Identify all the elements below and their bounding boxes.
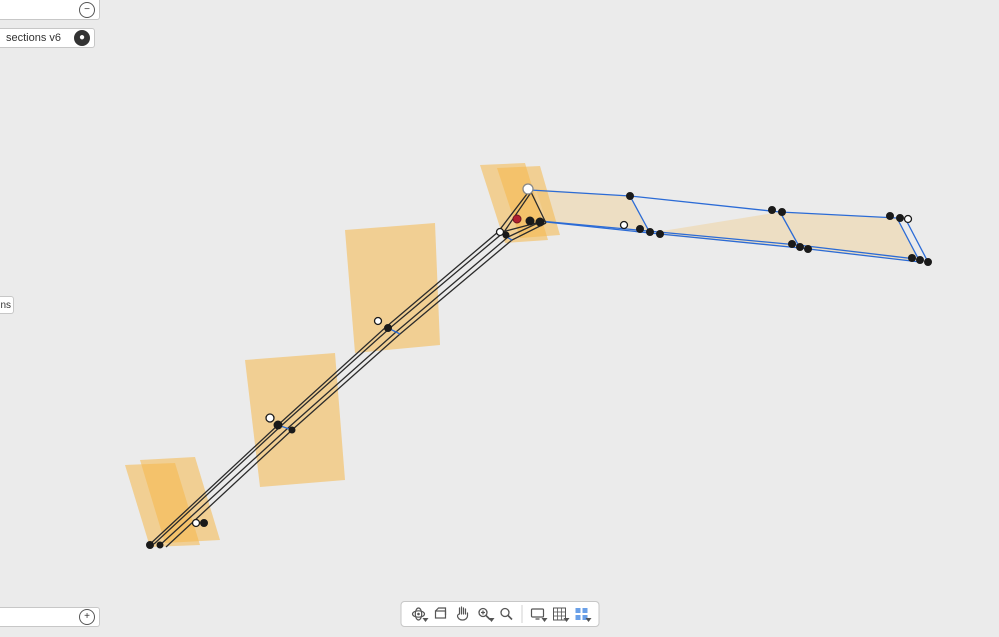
chevron-down-icon bbox=[422, 618, 428, 622]
sketch-point bbox=[536, 218, 544, 226]
sketch-point bbox=[621, 222, 628, 229]
sketch-point bbox=[503, 232, 509, 238]
grid-settings-button[interactable] bbox=[548, 604, 570, 624]
sketch-point bbox=[657, 231, 664, 238]
display-settings-button[interactable] bbox=[526, 604, 548, 624]
sketch-point bbox=[647, 229, 654, 236]
sketch-point bbox=[769, 207, 776, 214]
sketch-point bbox=[779, 209, 786, 216]
sketch-point bbox=[497, 229, 504, 236]
sketch-edge bbox=[154, 191, 532, 544]
viewport-canvas[interactable] bbox=[0, 0, 999, 637]
look-at-button[interactable] bbox=[429, 604, 451, 624]
sketch-point bbox=[805, 246, 812, 253]
sketch-point bbox=[627, 193, 634, 200]
clipped-label: ns bbox=[0, 300, 11, 311]
pan-icon bbox=[454, 606, 470, 622]
radio-icon[interactable]: ● bbox=[74, 30, 90, 46]
browser-document-node[interactable]: sections v6 ● bbox=[0, 28, 95, 48]
sketch-point bbox=[637, 226, 644, 233]
navigation-bar bbox=[400, 601, 599, 627]
sketch-edge bbox=[148, 190, 530, 546]
sketch-point bbox=[917, 257, 924, 264]
chevron-down-icon bbox=[541, 618, 547, 622]
zoom-button[interactable] bbox=[473, 604, 495, 624]
construction-plane bbox=[245, 353, 345, 487]
sketch-point bbox=[789, 241, 796, 248]
chevron-down-icon bbox=[563, 618, 569, 622]
sketch-point bbox=[905, 216, 912, 223]
sketch-point bbox=[887, 213, 894, 220]
sketch-point bbox=[193, 520, 200, 527]
plus-icon[interactable]: + bbox=[79, 609, 95, 625]
sketch-point bbox=[797, 244, 804, 251]
pan-button[interactable] bbox=[451, 604, 473, 624]
timeline-bar-partial[interactable]: + bbox=[0, 607, 100, 627]
chevron-down-icon bbox=[585, 618, 591, 622]
sketch-point bbox=[157, 542, 163, 548]
orbit-button[interactable] bbox=[407, 604, 429, 624]
fit-button[interactable] bbox=[495, 604, 517, 624]
fit-icon bbox=[498, 606, 514, 622]
viewports-button[interactable] bbox=[570, 604, 592, 624]
document-name-label: sections v6 bbox=[6, 32, 68, 44]
sketch-point bbox=[266, 414, 274, 422]
sketch-point bbox=[201, 520, 208, 527]
chevron-down-icon bbox=[488, 618, 494, 622]
sketch-point bbox=[385, 325, 392, 332]
construction-plane bbox=[345, 223, 440, 353]
browser-node-clipped[interactable]: ns bbox=[0, 296, 14, 314]
sketch-point bbox=[523, 184, 533, 194]
sketch-point bbox=[274, 421, 282, 429]
sketch-point bbox=[897, 215, 904, 222]
sketch-point bbox=[909, 255, 916, 262]
sketch-point bbox=[147, 542, 154, 549]
sketch-point bbox=[375, 318, 382, 325]
look-at-icon bbox=[432, 606, 448, 622]
sketch-point bbox=[925, 259, 932, 266]
sketch-point bbox=[526, 217, 534, 225]
sketch-point bbox=[289, 427, 295, 433]
sketch-point-origin bbox=[513, 215, 521, 223]
minus-icon[interactable]: − bbox=[79, 2, 95, 18]
browser-node-partial[interactable]: − bbox=[0, 0, 100, 20]
